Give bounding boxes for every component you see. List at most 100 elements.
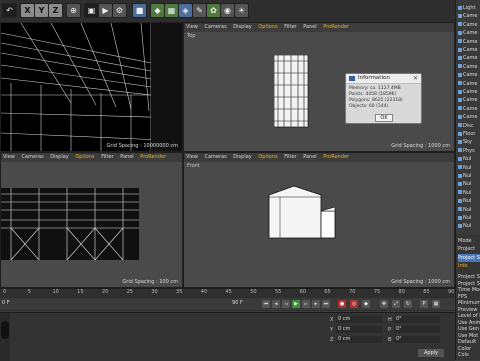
object-row[interactable]: Floor: [458, 130, 480, 138]
render-icon[interactable]: ▶: [98, 3, 113, 18]
coord-value-field[interactable]: 0°: [394, 336, 440, 343]
object-row[interactable]: Nul: [458, 164, 480, 172]
object-row[interactable]: Nul: [458, 180, 480, 188]
coord-value-field[interactable]: 0 cm: [336, 336, 382, 343]
camera-icon[interactable]: ◉: [220, 3, 235, 18]
apply-button[interactable]: Apply: [418, 349, 444, 357]
subdivide-icon[interactable]: ◆: [150, 3, 165, 18]
record-icon[interactable]: ●: [338, 300, 346, 308]
menu-prorender[interactable]: ProRender: [323, 154, 349, 160]
viewport-side[interactable]: View Cameras Display Options Filter Pane…: [0, 152, 183, 288]
object-row[interactable]: Nul: [458, 222, 480, 230]
pen-icon[interactable]: ✎: [192, 3, 207, 18]
menu-cameras[interactable]: Cameras: [204, 154, 226, 160]
menu-options[interactable]: Options: [258, 154, 277, 160]
ok-button[interactable]: OK: [375, 114, 393, 122]
object-row[interactable]: Came: [458, 71, 480, 79]
object-row[interactable]: Came: [458, 63, 480, 71]
material-swatch[interactable]: [1, 321, 9, 339]
menu-panel[interactable]: Panel: [303, 154, 317, 160]
viewport-perspective[interactable]: Grid Spacing : 10000000 cm: [0, 22, 183, 152]
object-row[interactable]: Sky: [458, 138, 480, 146]
keyframe-icon[interactable]: ◆: [362, 300, 370, 308]
array-icon[interactable]: ▦: [164, 3, 179, 18]
rotate-key-icon[interactable]: ↻: [404, 300, 412, 308]
coord-value-field[interactable]: 0 cm: [336, 316, 382, 323]
goto-start-icon[interactable]: ⏮: [262, 300, 270, 308]
menu-cameras[interactable]: Cameras: [204, 24, 226, 30]
attribute-row[interactable]: Cols: [458, 351, 480, 359]
light-icon[interactable]: ☀: [234, 3, 249, 18]
object-row[interactable]: Came: [458, 29, 480, 37]
scene-icon[interactable]: ✿: [206, 3, 221, 18]
menu-cameras[interactable]: Cameras: [21, 154, 43, 160]
step-forward-icon[interactable]: ▹: [302, 300, 310, 308]
object-row[interactable]: Came: [458, 80, 480, 88]
menu-filter[interactable]: Filter: [101, 154, 113, 160]
object-row[interactable]: Came: [458, 12, 480, 20]
param-key-icon[interactable]: P: [420, 300, 428, 308]
axis-x-button[interactable]: X: [20, 3, 35, 18]
coord-value-field[interactable]: 0°: [394, 326, 440, 333]
render-view-icon[interactable]: ▣: [84, 3, 99, 18]
prev-key-icon[interactable]: ◂: [272, 300, 280, 308]
menu-display[interactable]: Display: [233, 154, 251, 160]
object-name: Floor: [463, 131, 476, 137]
attr-mode-label[interactable]: Mode: [458, 237, 480, 245]
step-back-icon[interactable]: ◃: [282, 300, 290, 308]
end-frame[interactable]: 90 F: [232, 300, 243, 306]
viewport-front[interactable]: View Cameras Display Options Filter Pane…: [183, 152, 455, 288]
menu-display[interactable]: Display: [50, 154, 68, 160]
next-key-icon[interactable]: ▸: [312, 300, 320, 308]
menu-view[interactable]: View: [186, 24, 198, 30]
menu-prorender[interactable]: ProRender: [140, 154, 166, 160]
pla-key-icon[interactable]: ▦: [432, 300, 440, 308]
menu-filter[interactable]: Filter: [284, 24, 296, 30]
world-icon[interactable]: ⊕: [66, 3, 81, 18]
tab-info[interactable]: Info: [458, 262, 480, 270]
undo-icon[interactable]: ↶: [2, 3, 17, 18]
render-settings-icon[interactable]: ⚙: [112, 3, 127, 18]
menu-options[interactable]: Options: [75, 154, 94, 160]
object-row[interactable]: Came: [458, 21, 480, 29]
object-row[interactable]: Nul: [458, 206, 480, 214]
menu-view[interactable]: View: [3, 154, 15, 160]
menu-options[interactable]: Options: [258, 24, 277, 30]
cube-icon[interactable]: ■: [132, 3, 147, 18]
object-row[interactable]: Nul: [458, 189, 480, 197]
coord-value-field[interactable]: 0°: [394, 316, 440, 323]
axis-z-button[interactable]: Z: [48, 3, 63, 18]
move-key-icon[interactable]: ✥: [380, 300, 388, 308]
object-row[interactable]: Came: [458, 54, 480, 62]
tab-project-settings[interactable]: Project Settings: [458, 254, 480, 262]
bottom-panels: X0 cm Y 0 cm Z 0 cm H 0° P 0° B 0° Apply: [0, 312, 455, 361]
menu-prorender[interactable]: ProRender: [323, 24, 349, 30]
scale-key-icon[interactable]: ⤢: [392, 300, 400, 308]
object-row[interactable]: Nul: [458, 197, 480, 205]
object-row[interactable]: Nul: [458, 155, 480, 163]
object-row[interactable]: Light: [458, 4, 480, 12]
object-row[interactable]: Came: [458, 105, 480, 113]
menu-display[interactable]: Display: [233, 24, 251, 30]
object-row[interactable]: Came: [458, 88, 480, 96]
coord-value-field[interactable]: 0 cm: [336, 326, 382, 333]
menu-view[interactable]: View: [186, 154, 198, 160]
play-icon[interactable]: ▶: [292, 300, 300, 308]
menu-panel[interactable]: Panel: [120, 154, 134, 160]
object-row[interactable]: Came: [458, 46, 480, 54]
menu-filter[interactable]: Filter: [284, 154, 296, 160]
autokey-icon[interactable]: ◎: [350, 300, 358, 308]
current-frame[interactable]: 0 F: [2, 300, 10, 306]
object-row[interactable]: Nul: [458, 172, 480, 180]
object-row[interactable]: Nul: [458, 214, 480, 222]
object-row[interactable]: Disc: [458, 122, 480, 130]
object-row[interactable]: Came: [458, 96, 480, 104]
deformer-icon[interactable]: ◈: [178, 3, 193, 18]
goto-end-icon[interactable]: ⏭: [322, 300, 330, 308]
axis-y-button[interactable]: Y: [34, 3, 49, 18]
close-icon[interactable]: ✕: [413, 75, 418, 82]
menu-panel[interactable]: Panel: [303, 24, 317, 30]
object-row[interactable]: Came: [458, 38, 480, 46]
object-row[interactable]: Came: [458, 113, 480, 121]
object-row[interactable]: Phys: [458, 147, 480, 155]
